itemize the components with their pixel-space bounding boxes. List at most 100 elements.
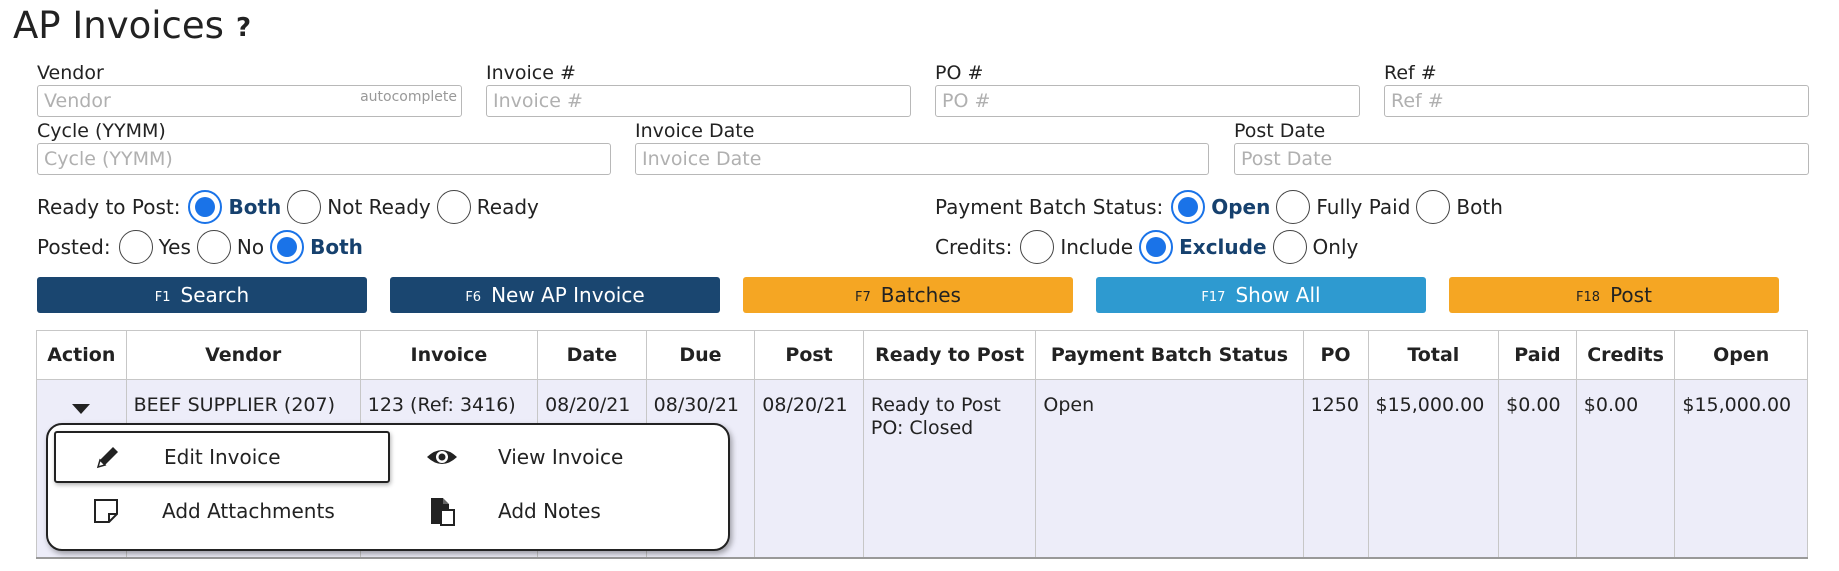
new-invoice-button-label: New AP Invoice — [491, 283, 645, 307]
add-notes-menu-item[interactable]: Add Notes — [390, 485, 720, 537]
search-key-hint: F1 — [154, 289, 171, 305]
post-button[interactable]: F18 Post — [1449, 277, 1779, 313]
credits-exclude-label: Exclude — [1179, 235, 1267, 259]
page-title: AP Invoices? — [13, 4, 251, 47]
ready-both-radio[interactable] — [188, 190, 223, 224]
payment-batch-status-label: Payment Batch Status: — [935, 195, 1164, 219]
post-key-hint: F18 — [1576, 289, 1601, 305]
row-post: 08/20/21 — [754, 379, 864, 559]
ready-to-post-label: Ready to Post: — [37, 195, 181, 219]
cycle-input[interactable] — [38, 144, 610, 174]
payment-batch-status-group: Payment Batch Status: Open Fully Paid Bo… — [935, 190, 1509, 224]
page-title-text: AP Invoices — [13, 4, 224, 47]
batches-button[interactable]: F7 Batches — [743, 277, 1073, 313]
ready-to-post-group: Ready to Post: Both Not Ready Ready — [37, 190, 545, 224]
row-credits: $0.00 — [1575, 379, 1676, 559]
view-invoice-label: View Invoice — [498, 445, 624, 469]
action-menu: Edit Invoice View Invoice Add Attachment… — [46, 423, 730, 551]
col-total[interactable]: Total — [1367, 330, 1500, 380]
batches-button-label: Batches — [880, 283, 961, 307]
po-number-input[interactable] — [936, 86, 1359, 116]
col-post[interactable]: Post — [754, 330, 864, 380]
show-all-key-hint: F17 — [1201, 289, 1226, 305]
ready-radio[interactable] — [436, 190, 471, 224]
not-ready-radio[interactable] — [287, 190, 322, 224]
row-total: $15,000.00 — [1367, 379, 1500, 559]
invoice-number-input[interactable] — [487, 86, 910, 116]
vendor-label: Vendor — [37, 62, 104, 84]
new-ap-invoice-button[interactable]: F6 New AP Invoice — [390, 277, 720, 313]
posted-both-radio[interactable] — [270, 230, 305, 264]
invoice-number-field: Invoice # — [486, 61, 911, 117]
col-invoice[interactable]: Invoice — [359, 330, 539, 380]
ref-number-label: Ref # — [1384, 62, 1437, 84]
post-date-input[interactable] — [1235, 144, 1808, 174]
autocomplete-hint: autocomplete — [360, 89, 457, 105]
col-due[interactable]: Due — [645, 330, 756, 380]
post-date-field: Post Date — [1234, 119, 1809, 175]
invoice-date-label: Invoice Date — [635, 120, 755, 142]
col-payment-batch-status[interactable]: Payment Batch Status — [1035, 330, 1304, 380]
pbs-open-radio[interactable] — [1171, 190, 1206, 224]
caret-down-icon[interactable] — [72, 404, 91, 414]
search-button-label: Search — [180, 283, 250, 307]
pencil-icon — [88, 442, 128, 472]
row-po: 1250 — [1302, 379, 1369, 559]
col-paid[interactable]: Paid — [1498, 330, 1577, 380]
credits-only-label: Only — [1312, 235, 1359, 259]
posted-no-radio[interactable] — [196, 230, 231, 264]
posted-no-label: No — [236, 235, 265, 259]
help-icon[interactable]: ? — [236, 13, 251, 43]
edit-invoice-menu-item[interactable]: Edit Invoice — [54, 431, 390, 483]
ready-label: Ready — [476, 195, 539, 219]
posted-yes-label: Yes — [158, 235, 191, 259]
row-paid: $0.00 — [1498, 379, 1577, 559]
add-attachments-label: Add Attachments — [162, 499, 335, 523]
pbs-both-radio[interactable] — [1416, 190, 1451, 224]
invoice-date-field: Invoice Date — [635, 119, 1209, 175]
posted-both-label: Both — [310, 235, 363, 259]
pbs-fully-paid-label: Fully Paid — [1316, 195, 1411, 219]
show-all-button[interactable]: F17 Show All — [1096, 277, 1426, 313]
cycle-label: Cycle (YYMM) — [37, 120, 166, 142]
attachment-icon — [86, 496, 126, 526]
add-notes-label: Add Notes — [498, 499, 601, 523]
pbs-fully-paid-radio[interactable] — [1276, 190, 1311, 224]
new-invoice-key-hint: F6 — [465, 289, 482, 305]
col-date[interactable]: Date — [537, 330, 647, 380]
ready-both-label: Both — [228, 195, 282, 219]
eye-icon — [422, 442, 462, 472]
po-number-field: PO # — [935, 61, 1360, 117]
credits-label: Credits: — [935, 235, 1013, 259]
batches-key-hint: F7 — [855, 289, 871, 305]
posted-group: Posted: Yes No Both — [37, 230, 369, 264]
col-action: Action — [36, 330, 127, 380]
posted-label: Posted: — [37, 235, 111, 259]
invoice-date-input[interactable] — [636, 144, 1208, 174]
ref-number-input[interactable] — [1385, 86, 1808, 116]
add-attachments-menu-item[interactable]: Add Attachments — [54, 485, 390, 537]
cycle-field: Cycle (YYMM) — [37, 119, 611, 175]
pbs-both-label: Both — [1456, 195, 1503, 219]
view-invoice-menu-item[interactable]: View Invoice — [390, 431, 720, 483]
row-payment-batch-status: Open — [1035, 379, 1304, 559]
not-ready-label: Not Ready — [327, 195, 431, 219]
row-po-status: PO: Closed — [870, 417, 974, 439]
post-date-label: Post Date — [1234, 120, 1326, 142]
table-header-row: Action Vendor Invoice Date Due Post Read… — [36, 330, 1808, 380]
show-all-button-label: Show All — [1235, 283, 1321, 307]
search-button[interactable]: F1 Search — [37, 277, 367, 313]
col-open[interactable]: Open — [1674, 330, 1808, 380]
po-number-label: PO # — [935, 62, 984, 84]
edit-invoice-label: Edit Invoice — [164, 445, 281, 469]
posted-yes-radio[interactable] — [118, 230, 153, 264]
col-po[interactable]: PO — [1302, 330, 1369, 380]
notes-icon — [422, 496, 462, 526]
invoice-number-label: Invoice # — [486, 62, 576, 84]
col-vendor[interactable]: Vendor — [125, 330, 361, 380]
col-ready-to-post[interactable]: Ready to Post — [862, 330, 1037, 380]
col-credits[interactable]: Credits — [1575, 330, 1676, 380]
credits-include-radio[interactable] — [1020, 230, 1055, 264]
credits-exclude-radio[interactable] — [1139, 230, 1174, 264]
credits-only-radio[interactable] — [1272, 230, 1307, 264]
